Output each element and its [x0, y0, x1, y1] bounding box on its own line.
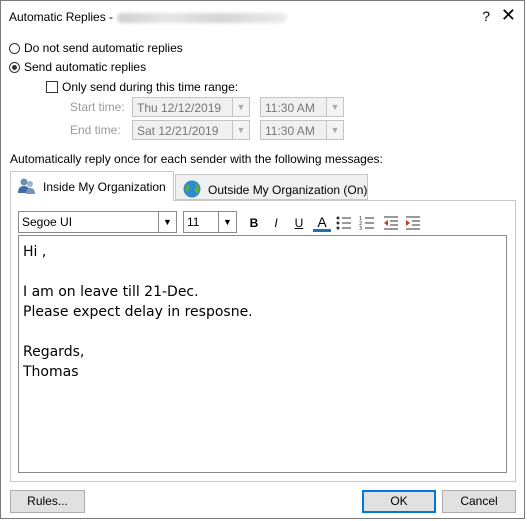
chevron-down-icon[interactable]: ▼ [158, 212, 176, 232]
start-date-value: Thu 12/12/2019 [137, 101, 222, 115]
title-bar: Automatic Replies - ? ✕ [1, 1, 524, 33]
option-no-reply[interactable]: Do not send automatic replies [9, 41, 183, 55]
bullets-icon[interactable] [335, 214, 353, 232]
message-editor[interactable]: Hi , I am on leave till 21-Dec. Please e… [18, 235, 507, 473]
automatic-replies-dialog: Automatic Replies - ? ✕ Do not send auto… [0, 0, 525, 519]
people-icon [18, 178, 35, 194]
chevron-down-icon[interactable]: ▼ [326, 98, 343, 116]
end-date-picker[interactable]: Sat 12/21/2019 ▼ [132, 120, 250, 140]
option-no-reply-label: Do not send automatic replies [24, 41, 183, 55]
font-name-select[interactable]: Segoe UI ▼ [18, 211, 177, 233]
ok-button[interactable]: OK [362, 490, 436, 513]
chevron-down-icon[interactable]: ▼ [232, 121, 249, 139]
message-line: Thomas [23, 364, 79, 380]
window-title-text: Automatic Replies - [9, 10, 114, 24]
tab-outside-organization[interactable]: Outside My Organization (On) [175, 174, 368, 200]
end-time-picker[interactable]: 11:30 AM ▼ [260, 120, 344, 140]
end-date-value: Sat 12/21/2019 [137, 124, 219, 138]
option-send-reply-label: Send automatic replies [24, 60, 147, 74]
decrease-indent-icon[interactable] [382, 214, 400, 232]
tab-outside-label: Outside My Organization (On) [208, 183, 368, 197]
chevron-down-icon[interactable]: ▼ [326, 121, 343, 139]
redacted-email [117, 12, 288, 23]
help-button[interactable]: ? [482, 8, 490, 24]
font-size-value: 11 [187, 215, 200, 229]
start-time-value: 11:30 AM [265, 101, 315, 115]
time-range-label: Only send during this time range: [62, 80, 239, 94]
font-size-select[interactable]: 11 ▼ [183, 211, 237, 233]
end-time-value: 11:30 AM [265, 124, 315, 138]
svg-text:3: 3 [359, 226, 362, 232]
bold-button[interactable]: B [245, 214, 263, 232]
message-line [23, 322, 502, 342]
message-line [23, 262, 502, 282]
end-time-label: End time: [70, 123, 121, 137]
font-name-value: Segoe UI [22, 215, 73, 229]
radio-no-reply[interactable] [9, 43, 20, 54]
instructions-text: Automatically reply once for each sender… [10, 152, 383, 166]
increase-indent-icon[interactable] [404, 214, 422, 232]
message-line: Hi , [23, 244, 47, 260]
close-button[interactable]: ✕ [501, 5, 516, 26]
message-line: I am on leave till 21-Dec. [23, 284, 199, 300]
message-line: Regards, [23, 344, 85, 360]
rules-button[interactable]: Rules... [10, 490, 85, 513]
start-time-picker[interactable]: 11:30 AM ▼ [260, 97, 344, 117]
option-time-range[interactable]: Only send during this time range: [46, 80, 238, 94]
start-date-picker[interactable]: Thu 12/12/2019 ▼ [132, 97, 250, 117]
underline-button[interactable]: U [290, 214, 308, 232]
tab-inside-label: Inside My Organization [43, 180, 166, 194]
tab-inside-organization[interactable]: Inside My Organization [10, 171, 174, 201]
radio-send-reply[interactable] [9, 62, 20, 73]
font-color-button[interactable]: A [313, 214, 331, 232]
numbering-icon[interactable]: 1 2 3 [358, 214, 376, 232]
cancel-button[interactable]: Cancel [442, 490, 516, 513]
checkbox-time-range[interactable] [46, 81, 58, 93]
option-send-reply[interactable]: Send automatic replies [9, 60, 146, 74]
start-time-label: Start time: [70, 100, 125, 114]
message-line: Please expect delay in resposne. [23, 304, 253, 320]
window-title: Automatic Replies - [9, 10, 288, 24]
chevron-down-icon[interactable]: ▼ [232, 98, 249, 116]
chevron-down-icon[interactable]: ▼ [218, 212, 236, 232]
globe-icon [183, 180, 201, 198]
italic-button[interactable]: I [267, 214, 285, 232]
message-tabs: Inside My Organization Outside My Organi… [10, 171, 515, 203]
